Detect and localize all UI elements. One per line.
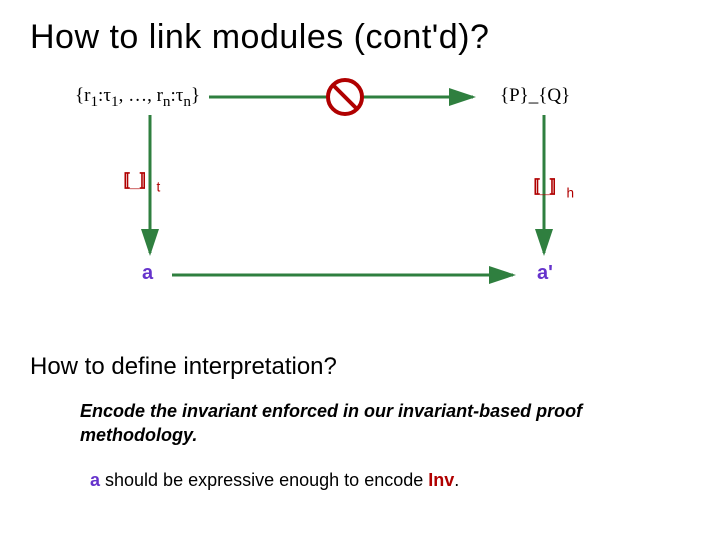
bottom-arrow (168, 263, 523, 287)
right-translation-bracket: 〚_〛h (523, 173, 574, 200)
left-translation-bracket: 〚_〛t (113, 167, 160, 194)
right-top-spec: {P}_{Q} (500, 85, 570, 107)
a-label: a (142, 262, 153, 285)
body-line-2: a should be expressive enough to encode … (0, 456, 720, 500)
body-line-1: Encode the invariant enforced in our inv… (0, 391, 720, 456)
top-arrow-forbidden (205, 75, 485, 119)
slide-title: How to link modules (cont'd)? (0, 0, 720, 67)
left-top-type-env: {r1:τ1, …, rn:τn} (75, 85, 200, 111)
a-prime-label: a' (537, 262, 553, 285)
diagram-area: {r1:τ1, …, rn:τn} {P}_{Q} 〚_〛t 〚_〛h a a' (0, 67, 720, 347)
question-heading: How to define interpretation? (0, 347, 720, 391)
